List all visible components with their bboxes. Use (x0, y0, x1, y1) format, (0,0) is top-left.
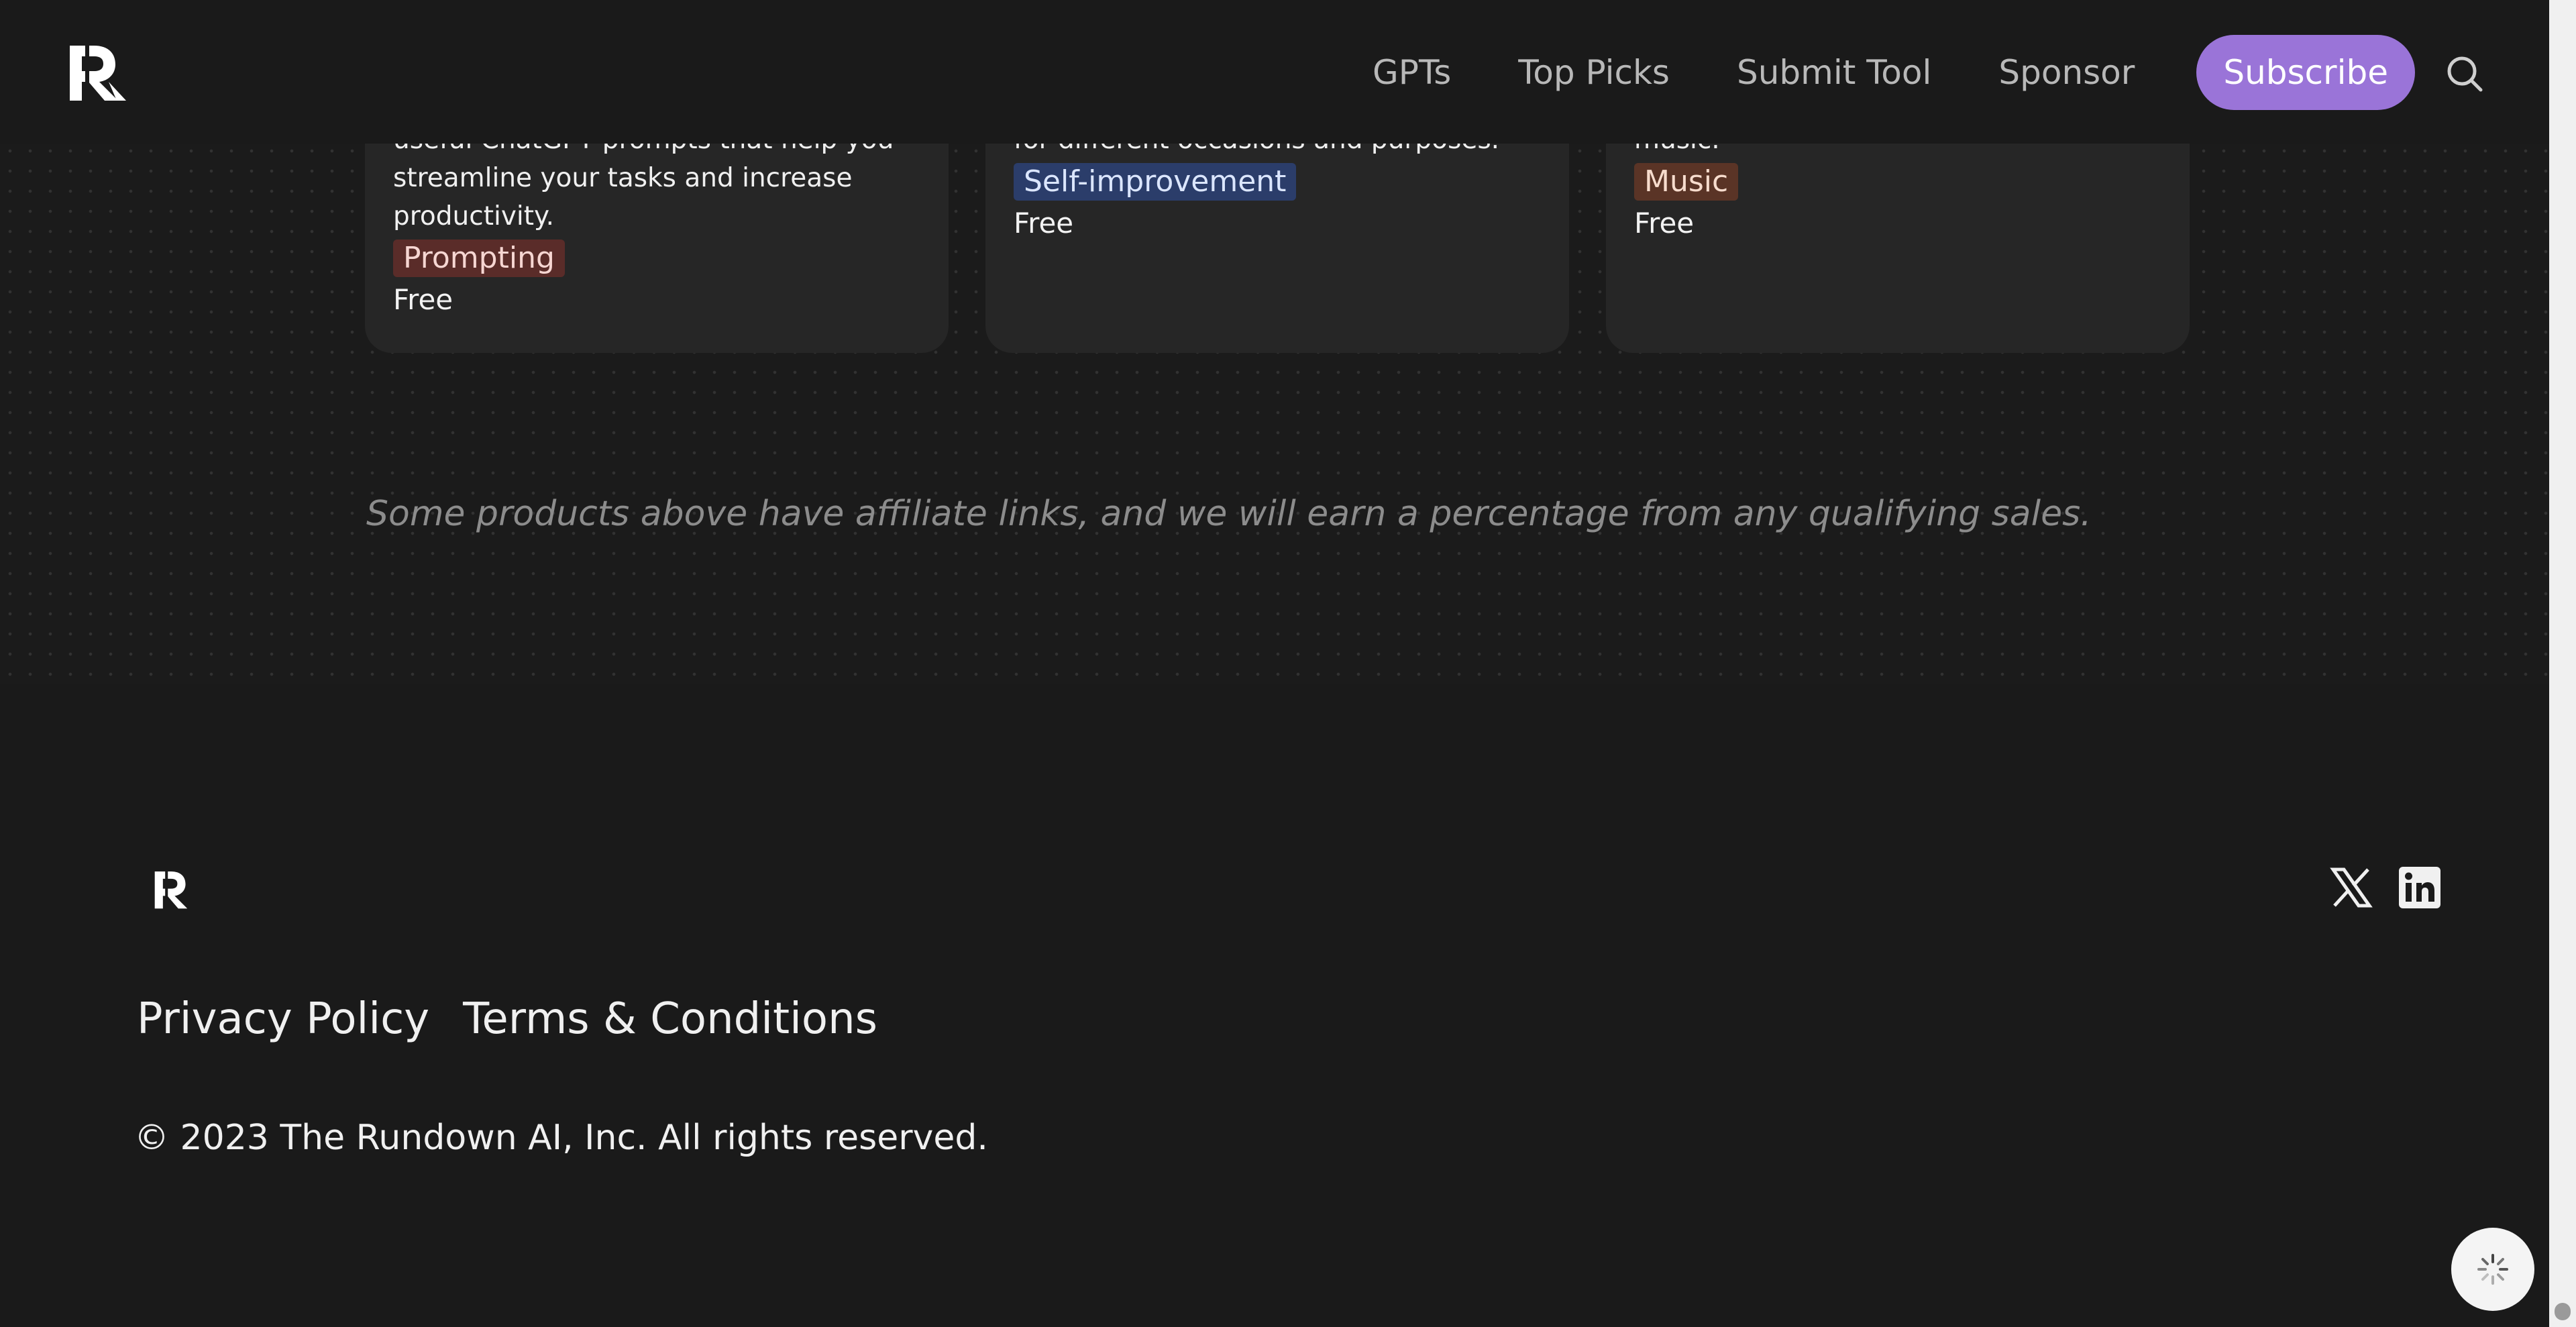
nav-sponsor[interactable]: Sponsor (1998, 53, 2135, 92)
site-header: GPTs Top Picks Submit Tool Sponsor Subsc… (0, 0, 2549, 144)
nav-gpts[interactable]: GPTs (1373, 53, 1451, 92)
x-icon[interactable] (2329, 865, 2373, 910)
social-links (2329, 865, 2442, 910)
terms-link[interactable]: Terms & Conditions (463, 994, 877, 1044)
scrollbar-thumb[interactable] (2555, 1303, 2571, 1320)
price-label: Free (393, 283, 453, 316)
copyright-text: © 2023 The Rundown AI, Inc. All rights r… (134, 1118, 988, 1158)
nav-submit-tool[interactable]: Submit Tool (1737, 53, 1931, 92)
affiliate-disclaimer: Some products above have affiliate links… (366, 494, 2092, 534)
category-tag[interactable]: Self-improvement (1014, 163, 1297, 201)
rundown-logo-icon[interactable] (67, 42, 129, 103)
rundown-logo-icon[interactable] (153, 869, 195, 910)
loading-spinner-icon[interactable] (2451, 1228, 2534, 1311)
scrollbar[interactable] (2549, 0, 2576, 1327)
linkedin-icon[interactable] (2398, 865, 2442, 910)
footer-links: Privacy Policy Terms & Conditions (137, 994, 877, 1044)
search-icon[interactable] (2445, 54, 2485, 94)
main-nav: GPTs Top Picks Submit Tool Sponsor Subsc… (1305, 35, 2415, 110)
price-label: Free (1634, 207, 1695, 240)
category-tag[interactable]: Music (1634, 163, 1739, 201)
price-label: Free (1014, 207, 1074, 240)
category-tag[interactable]: Prompting (393, 240, 565, 277)
privacy-policy-link[interactable]: Privacy Policy (137, 994, 429, 1044)
subscribe-button[interactable]: Subscribe (2196, 35, 2415, 110)
nav-top-picks[interactable]: Top Picks (1518, 53, 1670, 92)
